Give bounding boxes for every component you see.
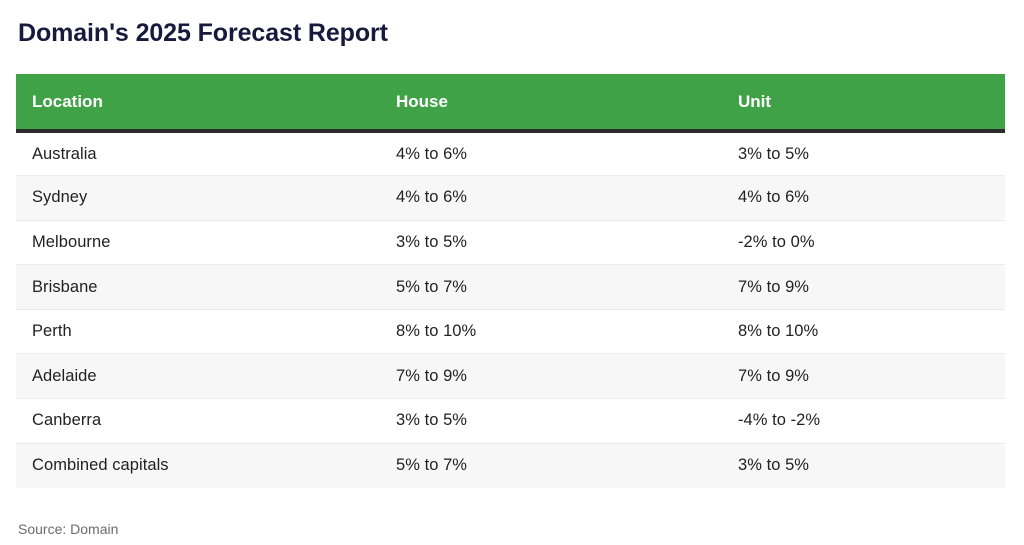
cell-unit-text: 7% to 9% bbox=[738, 277, 810, 296]
cell-location: Perth bbox=[16, 309, 381, 354]
cell-unit-text: -2% to 0% bbox=[738, 232, 815, 251]
cell-unit: 7% to 9% bbox=[722, 265, 1005, 310]
forecast-table: Location House Unit Australia 4% to 6% 3… bbox=[16, 74, 1005, 488]
cell-unit: -4% to -2% bbox=[722, 399, 1005, 444]
cell-location-text: Combined capitals bbox=[32, 456, 169, 475]
cell-unit: 7% to 9% bbox=[722, 354, 1005, 399]
cell-house: 3% to 5% bbox=[381, 220, 722, 265]
column-header-house-label: House bbox=[396, 91, 448, 111]
cell-house-text: 4% to 6% bbox=[396, 188, 468, 207]
cell-unit: 8% to 10% bbox=[722, 309, 1005, 354]
table-row: Combined capitals 5% to 7% 3% to 5% bbox=[16, 443, 1005, 488]
cell-house-text: 7% to 9% bbox=[396, 366, 468, 385]
cell-house: 5% to 7% bbox=[381, 443, 722, 488]
cell-unit: 3% to 5% bbox=[722, 131, 1005, 176]
table-row: Brisbane 5% to 7% 7% to 9% bbox=[16, 264, 1005, 310]
cell-location: Combined capitals bbox=[16, 443, 381, 488]
cell-unit-text: -4% to -2% bbox=[738, 411, 821, 430]
cell-house-text: 8% to 10% bbox=[396, 322, 477, 341]
cell-unit-text: 3% to 5% bbox=[738, 456, 810, 475]
column-header-location[interactable]: Location bbox=[16, 74, 381, 133]
table-row: Adelaide 7% to 9% 7% to 9% bbox=[16, 353, 1005, 399]
cell-unit-text: 8% to 10% bbox=[738, 322, 819, 341]
cell-location: Australia bbox=[16, 131, 381, 176]
cell-location: Melbourne bbox=[16, 220, 381, 265]
table-row: Australia 4% to 6% 3% to 5% bbox=[16, 131, 1005, 176]
table-header: Location House Unit bbox=[16, 74, 1005, 133]
cell-house-text: 3% to 5% bbox=[396, 232, 468, 251]
cell-unit: 3% to 5% bbox=[722, 443, 1005, 488]
cell-house: 7% to 9% bbox=[381, 354, 722, 399]
cell-location: Adelaide bbox=[16, 354, 381, 399]
cell-house-text: 3% to 5% bbox=[396, 411, 468, 430]
table-header-row: Location House Unit bbox=[16, 74, 1005, 133]
cell-house-text: 5% to 7% bbox=[396, 277, 468, 296]
cell-location-text: Perth bbox=[32, 322, 72, 341]
cell-unit-text: 3% to 5% bbox=[738, 144, 810, 163]
cell-location-text: Melbourne bbox=[32, 232, 111, 251]
cell-location: Sydney bbox=[16, 176, 381, 221]
table-row: Melbourne 3% to 5% -2% to 0% bbox=[16, 220, 1005, 265]
cell-house: 4% to 6% bbox=[381, 176, 722, 221]
table-row: Canberra 3% to 5% -4% to -2% bbox=[16, 398, 1005, 444]
cell-location-text: Australia bbox=[32, 144, 97, 163]
cell-unit-text: 7% to 9% bbox=[738, 366, 810, 385]
cell-location-text: Sydney bbox=[32, 188, 88, 207]
column-header-location-label: Location bbox=[32, 91, 103, 111]
column-header-unit[interactable]: Unit bbox=[722, 74, 1005, 133]
forecast-table-container: Location House Unit Australia 4% to 6% 3… bbox=[16, 74, 1005, 488]
table-body: Australia 4% to 6% 3% to 5% Sydney 4% to… bbox=[16, 131, 1005, 488]
table-row: Perth 8% to 10% 8% to 10% bbox=[16, 309, 1005, 354]
table-row: Sydney 4% to 6% 4% to 6% bbox=[16, 175, 1005, 221]
cell-unit: 4% to 6% bbox=[722, 176, 1005, 221]
page-title: Domain's 2025 Forecast Report bbox=[18, 19, 388, 47]
cell-house: 3% to 5% bbox=[381, 399, 722, 444]
cell-location-text: Adelaide bbox=[32, 366, 97, 385]
cell-house: 8% to 10% bbox=[381, 309, 722, 354]
column-header-unit-label: Unit bbox=[738, 91, 772, 111]
cell-location-text: Brisbane bbox=[32, 277, 98, 296]
cell-house-text: 5% to 7% bbox=[396, 456, 468, 475]
source-note: Source: Domain bbox=[18, 521, 119, 537]
cell-house-text: 4% to 6% bbox=[396, 144, 468, 163]
forecast-report-page: Domain's 2025 Forecast Report Location H… bbox=[0, 0, 1024, 545]
cell-unit-text: 4% to 6% bbox=[738, 188, 810, 207]
column-header-house[interactable]: House bbox=[381, 74, 722, 133]
cell-location: Canberra bbox=[16, 399, 381, 444]
cell-house: 4% to 6% bbox=[381, 131, 722, 176]
cell-location-text: Canberra bbox=[32, 411, 102, 430]
cell-house: 5% to 7% bbox=[381, 265, 722, 310]
cell-unit: -2% to 0% bbox=[722, 220, 1005, 265]
cell-location: Brisbane bbox=[16, 265, 381, 310]
